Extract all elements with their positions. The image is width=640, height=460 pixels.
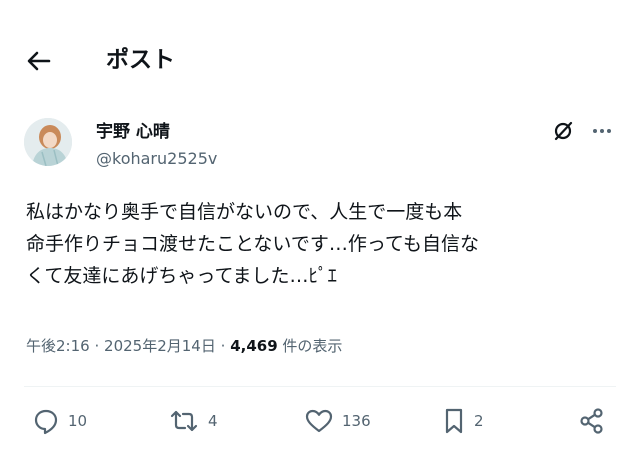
- reply-count: 10: [68, 412, 88, 430]
- back-button[interactable]: [24, 46, 54, 76]
- grok-icon: [554, 121, 573, 141]
- bookmark-count: 2: [474, 412, 484, 430]
- reply-button[interactable]: 10: [32, 404, 87, 438]
- repost-icon: [170, 410, 198, 432]
- tweet-text-line: 命手作りチョコ渡せたことないです…作っても自信な: [26, 233, 479, 255]
- views-count: 4,469: [230, 337, 278, 355]
- tweet-meta: 午後2:16 · 2025年2月14日 · 4,469 件の表示: [26, 334, 342, 358]
- repost-button[interactable]: 4: [168, 404, 218, 438]
- more-icon: [593, 129, 611, 133]
- avatar[interactable]: [24, 118, 72, 166]
- share-button[interactable]: [578, 404, 606, 438]
- bookmark-button[interactable]: 2: [442, 404, 484, 438]
- author-handle[interactable]: @koharu2525v: [96, 148, 217, 170]
- views-label: 件の表示: [282, 337, 343, 355]
- tweet-date[interactable]: 2025年2月14日: [104, 337, 216, 355]
- tweet-text-line: くて友達にあげちゃってました…ﾋﾟｴ: [26, 265, 338, 287]
- like-count: 136: [342, 412, 371, 430]
- like-button[interactable]: 136: [304, 404, 371, 438]
- arrow-left-icon: [27, 51, 51, 71]
- reply-icon: [34, 409, 58, 435]
- tweet-text-line: 私はかなり奥手で自信がないので、人生で一度も本: [26, 201, 463, 223]
- meta-separator: ·: [94, 337, 100, 355]
- heart-icon: [305, 409, 333, 433]
- tweet-text: 私はかなり奥手で自信がないので、人生で一度も本 命手作りチョコ渡せたことないです…: [26, 196, 616, 292]
- more-options-button[interactable]: [590, 120, 614, 142]
- repost-count: 4: [208, 412, 218, 430]
- divider: [24, 386, 616, 387]
- tweet-time[interactable]: 午後2:16: [26, 337, 90, 355]
- grok-button[interactable]: [552, 120, 574, 142]
- page-title: ポスト: [106, 47, 175, 73]
- bookmark-icon: [445, 408, 463, 434]
- meta-separator: ·: [220, 337, 226, 355]
- share-icon: [580, 408, 603, 434]
- author-display-name[interactable]: 宇野 心晴: [96, 120, 170, 144]
